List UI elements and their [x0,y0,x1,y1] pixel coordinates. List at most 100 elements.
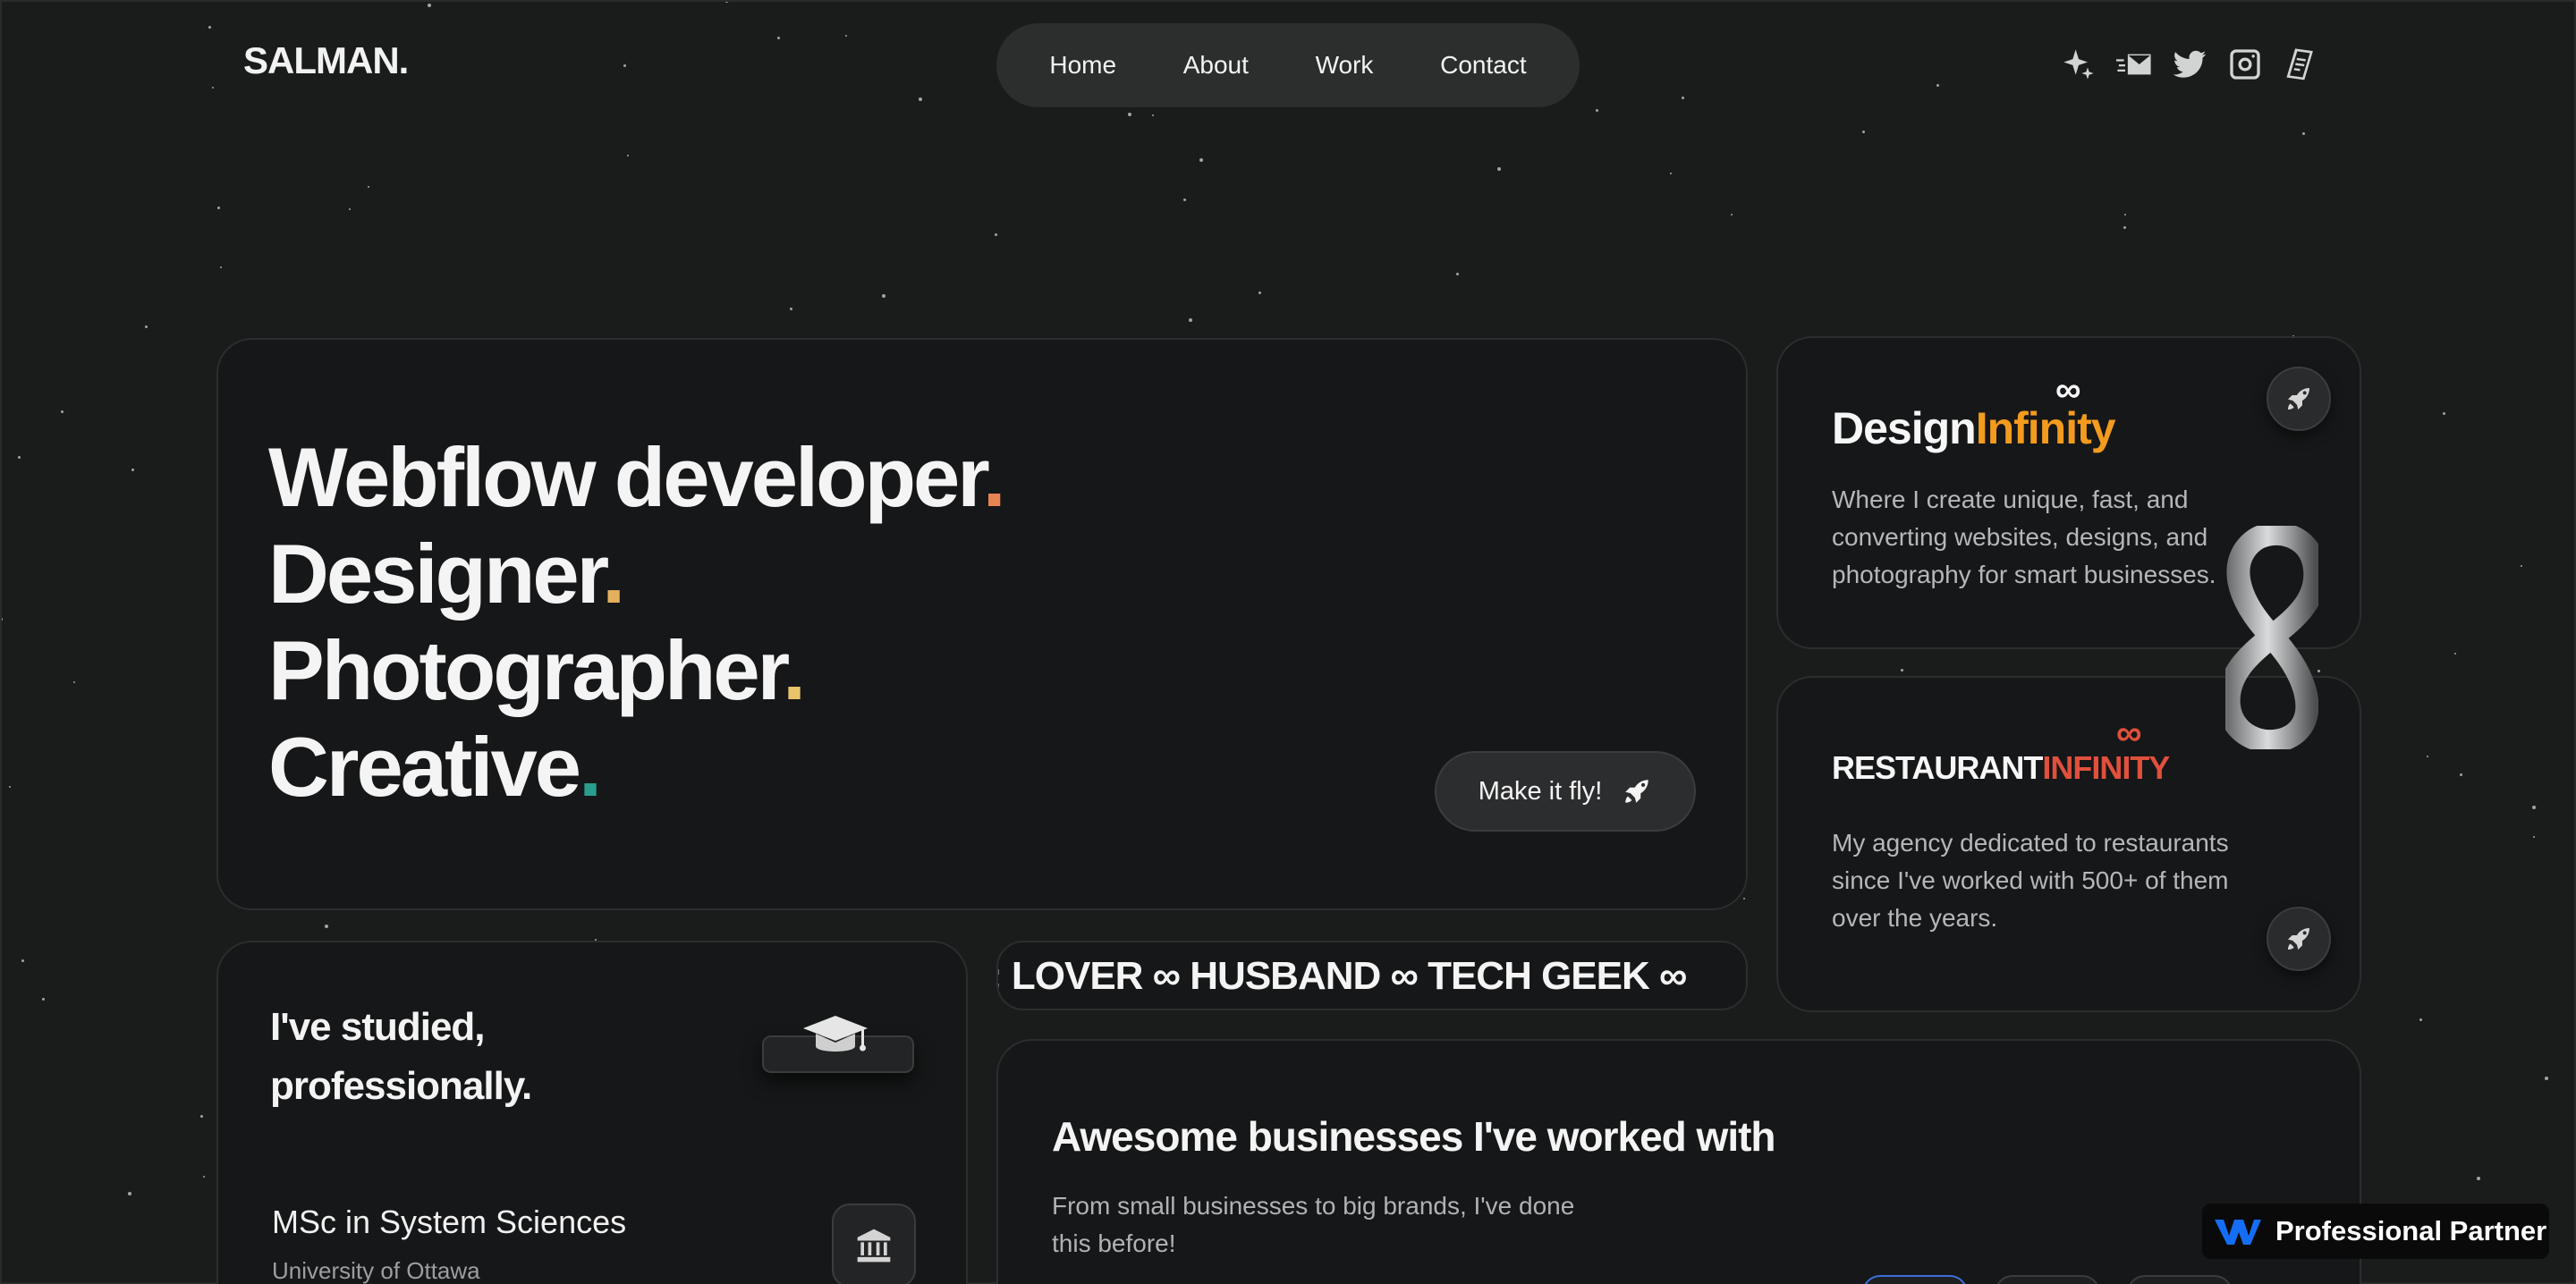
star [42,998,45,1001]
star [2419,1018,2422,1021]
business-tab-1[interactable] [1862,1275,1968,1284]
star [1258,291,1261,294]
instagram-icon[interactable] [2225,45,2265,84]
star [349,208,351,210]
twitter-icon[interactable] [2170,45,2209,84]
email-icon[interactable] [2114,45,2154,84]
hero-line-4: Creative. [268,720,602,814]
star [919,97,922,101]
star [845,35,847,37]
star [73,681,75,683]
star [2123,226,2126,229]
infinity-mark-icon: ∞ [2116,714,2141,753]
star [200,1115,203,1118]
marquee-text: : LOVER ∞ HUSBAND ∞ TECH GEEK ∞ [996,954,1687,998]
star [995,233,997,236]
star [725,0,728,3]
star [208,26,211,29]
make-it-fly-label: Make it fly! [1478,776,1603,806]
star [145,325,148,328]
nav-about[interactable]: About [1183,51,1249,80]
star [1731,214,1733,215]
star [9,786,11,788]
star [1670,173,1672,174]
restaurant-infinity-description: My agency dedicated to restaurants since… [1832,829,2229,932]
businesses-card: Awesome businesses I've worked with From… [996,1039,2361,1284]
make-it-fly-button[interactable]: Make it fly! [1435,751,1696,832]
university-building-icon [857,1229,891,1263]
star [220,266,222,268]
main-nav: Home About Work Contact [996,23,1580,107]
star [790,308,792,310]
star [2443,412,2445,415]
hero-card: Webflow developer. Designer. Photographe… [216,338,1748,910]
restaurant-infinity-card[interactable]: RESTAURANTINFINITY ∞ My agency dedicated… [1776,676,2361,1012]
business-tab-3[interactable] [2127,1275,2233,1284]
nav-home[interactable]: Home [1049,51,1116,80]
star [1596,109,1598,112]
school-name: University of Ottawa [272,1257,480,1284]
star [2302,132,2305,135]
star [131,469,134,471]
star [1862,131,1865,133]
marquee-strip: : LOVER ∞ HUSBAND ∞ TECH GEEK ∞ [996,941,1748,1010]
business-tab-2[interactable] [1995,1275,2100,1284]
star [2124,214,2126,215]
star [1497,167,1501,171]
star [2454,653,2456,655]
star [1682,97,1684,99]
hero-line-3: Photographer. [268,623,806,717]
university-button[interactable] [832,1204,916,1284]
star [61,410,64,413]
star [2532,806,2536,809]
star [1901,669,1903,672]
star [1189,318,1192,322]
star [1456,273,1459,275]
design-infinity-logo: DesignInfinity ∞ [1832,370,2116,453]
restaurant-infinity-rocket-button[interactable] [2267,907,2331,971]
star [2427,756,2428,757]
design-infinity-rocket-button[interactable] [2267,367,2331,431]
design-infinity-card[interactable]: DesignInfinity ∞ Where I create unique, … [1776,336,2361,649]
star [2318,670,2320,672]
nav-contact[interactable]: Contact [1440,51,1527,80]
star [1199,158,1203,162]
star [2533,836,2535,838]
star [1152,114,1154,116]
webflow-badge-label: Professional Partner [2275,1215,2547,1246]
star [368,186,369,188]
star [777,37,780,39]
education-card: I've studied, professionally. MSc in Syst… [216,941,968,1284]
star [1936,84,1939,87]
restaurant-infinity-logo: RESTAURANTINFINITY ∞ [1832,714,2170,786]
rocket-icon [2288,928,2309,950]
webflow-professional-partner-badge[interactable]: Professional Partner [2202,1204,2549,1259]
star [1743,898,1745,900]
sparkle-icon[interactable] [2059,45,2098,84]
star [882,294,886,298]
star [627,155,629,156]
star [0,618,3,621]
star [2545,1077,2548,1080]
businesses-title: Awesome businesses I've worked with [1052,1113,1776,1160]
star [18,456,21,459]
hero-headline: Webflow developer. Designer. Photographe… [268,429,1006,815]
star [1128,113,1131,116]
hero-line-1: Webflow developer. [268,430,1006,524]
education-title: I've studied, professionally. [270,1005,532,1108]
star [2521,565,2522,567]
businesses-subtitle: From small businesses to big brands, I'v… [1052,1192,1575,1257]
design-infinity-description: Where I create unique, fast, and convert… [1832,486,2216,588]
star [203,1176,205,1178]
site-logo[interactable]: SALMAN. [243,39,409,82]
degree-title: MSc in System Sciences [272,1204,627,1240]
resume-icon[interactable] [2281,45,2320,84]
star [325,925,328,928]
star [212,87,214,89]
star [623,64,626,67]
rocket-icon [1625,780,1649,803]
nav-work[interactable]: Work [1316,51,1374,80]
star [1183,199,1186,201]
star [428,4,431,7]
webflow-logo-icon [2215,1220,2261,1245]
